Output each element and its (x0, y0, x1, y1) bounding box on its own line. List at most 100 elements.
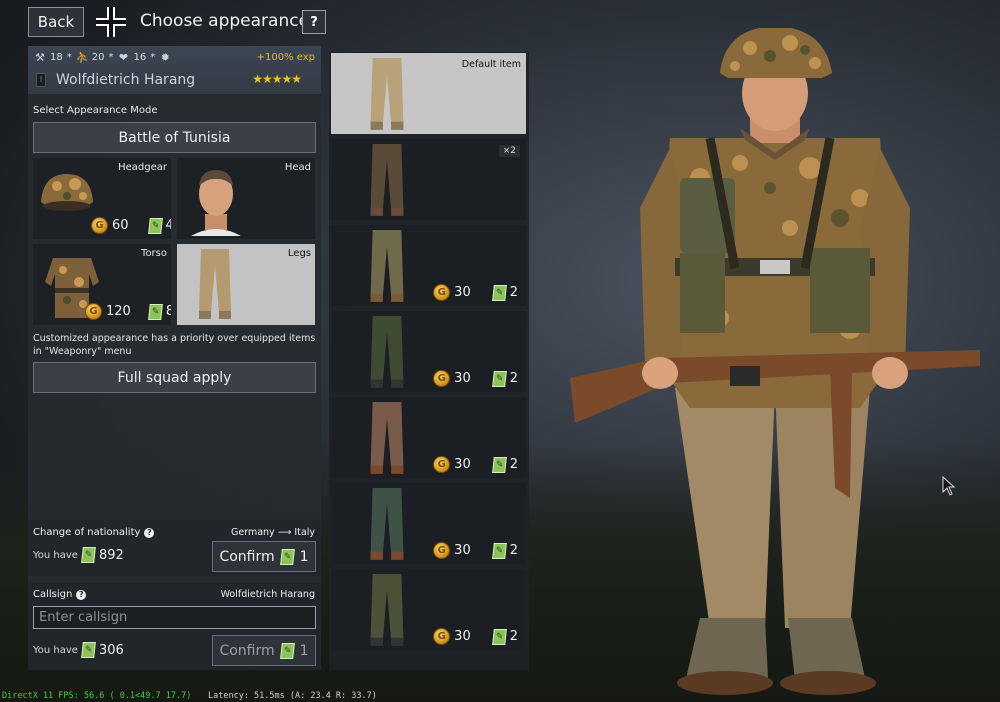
slot-label: Headgear (118, 162, 167, 173)
star-mark: * (108, 52, 114, 63)
stat-value-2: 20 (91, 52, 105, 63)
back-button[interactable]: Back (28, 7, 84, 37)
arrow-right-icon: ⟶ (277, 527, 292, 538)
soldier-card[interactable]: ⚒ 18 * ⛹ 20 * ❤ 16 * ✹ +100% exp ⁝ Wolfdiet… (28, 46, 321, 94)
trousers-icon (370, 58, 404, 130)
gold-amount: 30 (454, 629, 471, 644)
appearance-mode-label: Select Appearance Mode (33, 105, 158, 116)
item-card[interactable]: G 30 ✎ 2 (331, 311, 526, 392)
gold-coin-icon: G (433, 370, 451, 387)
ticket-icon: ✎ (491, 628, 507, 645)
nationality-from: Germany (231, 527, 275, 538)
confirm-cost: 1 (299, 548, 309, 565)
exp-bonus: +100% exp (256, 52, 315, 63)
callsign-current: Wolfdietrich Harang (220, 589, 315, 600)
soldier-model[interactable] (560, 28, 990, 702)
soldier-stars: ★★★★★ (252, 72, 302, 86)
nationality-confirm-button[interactable]: Confirm ✎ 1 (212, 541, 316, 572)
soldier-stats: ⚒ 18 * ⛹ 20 * ❤ 16 * ✹ (34, 51, 171, 64)
item-price: G 30 ✎ 2 (433, 456, 518, 473)
heart-icon: ❤ (118, 51, 129, 64)
ticket-amount: 4 (165, 218, 171, 233)
gold-amount: 30 (454, 457, 471, 472)
wrench-icon: ⚒ (35, 51, 45, 64)
crawl-icon: ⛹ (75, 51, 90, 64)
question-icon[interactable]: ? (76, 589, 87, 600)
gold-coin-icon: G (433, 542, 451, 559)
trousers-icon (370, 574, 404, 646)
callsign-label: Callsign ? (33, 589, 87, 600)
slot-headgear[interactable]: Headgear G 60 ✎ 4 (33, 158, 171, 239)
ticket-amount: 8 (165, 304, 171, 319)
trousers-icon (370, 316, 404, 388)
item-price: G 30 ✎ 2 (433, 628, 518, 645)
ticket-icon: ✎ (147, 217, 163, 234)
you-have-label: You have (33, 644, 78, 656)
slot-torso[interactable]: Torso G 120 ✎ 8 (33, 244, 171, 325)
balkenkreuz-icon (96, 7, 126, 37)
ticket-amount: 2 (509, 285, 518, 300)
nationality-to: Italy (294, 527, 315, 538)
slot-price: G 120 ✎ 8 (85, 303, 171, 320)
nationality-panel: Change of nationality ? Germany ⟶ Italy … (28, 520, 321, 576)
ticket-icon: ✎ (279, 548, 295, 565)
appearance-panel: ⚒ 18 * ⛹ 20 * ❤ 16 * ✹ +100% exp ⁝ Wolfdiet… (28, 46, 321, 670)
page-title: Choose appearance (140, 11, 310, 31)
ticket-icon: ✎ (491, 370, 507, 387)
default-item-label: Default item (461, 59, 521, 70)
gold-coin-icon: G (433, 628, 451, 645)
slot-label: Legs (287, 248, 311, 259)
ticket-icon: ✎ (491, 284, 507, 301)
slot-legs[interactable]: Legs (177, 244, 315, 325)
slot-label: Torso (141, 248, 167, 259)
rank-icon: ⁝ (36, 73, 46, 87)
item-card[interactable]: G 30 ✎ 2 (331, 225, 526, 306)
ticket-icon: ✎ (81, 547, 96, 563)
trousers-icon (370, 144, 404, 216)
head-icon (191, 170, 241, 236)
slot-label: Head (284, 162, 311, 173)
mouse-cursor-icon (942, 476, 956, 496)
star-mark: * (150, 52, 156, 63)
callsign-label-text: Callsign (33, 589, 73, 600)
item-card[interactable]: G 30 ✎ 2 (331, 397, 526, 478)
gold-amount: 30 (454, 285, 471, 300)
confirm-label: Confirm (219, 642, 275, 659)
trousers-icon (370, 402, 404, 474)
full-squad-apply-button[interactable]: Full squad apply (33, 362, 316, 393)
gold-coin-icon: G (85, 303, 102, 320)
callsign-confirm-button[interactable]: Confirm ✎ 1 (212, 635, 316, 666)
quantity-badge: ×2 (498, 145, 520, 157)
latency-readout: Latency: 51.5ms (A: 23.4 R: 33.7) (208, 691, 377, 701)
grenade-icon: ✹ (160, 51, 170, 64)
appearance-mode-button[interactable]: Battle of Tunisia (33, 122, 316, 153)
ticket-balance: 306 (98, 642, 124, 658)
gold-coin-icon: G (433, 284, 451, 301)
help-button[interactable]: ? (302, 10, 326, 34)
item-card[interactable]: G 30 ✎ 2 (331, 569, 526, 650)
gold-amount: 120 (106, 304, 131, 319)
item-card[interactable]: ×2 (331, 139, 526, 220)
ticket-icon: ✎ (279, 642, 295, 659)
gold-coin-icon: G (433, 456, 451, 473)
gold-amount: 30 (454, 371, 471, 386)
gold-amount: 30 (454, 543, 471, 558)
item-card[interactable]: G 30 ✎ 2 (331, 483, 526, 564)
ticket-balance: 892 (98, 547, 124, 563)
item-card[interactable]: Default item (331, 53, 526, 134)
soldier-name: Wolfdietrich Harang (56, 72, 196, 88)
slot-head[interactable]: Head (177, 158, 315, 239)
trousers-icon (370, 488, 404, 560)
nationality-change: Germany ⟶ Italy (231, 527, 315, 538)
question-icon[interactable]: ? (144, 527, 155, 538)
ticket-icon: ✎ (81, 642, 96, 658)
gold-coin-icon: G (91, 217, 108, 234)
gold-amount: 60 (112, 218, 129, 233)
legs-item-list: Default item ×2 G 30 ✎ 2 G 30 ✎ 2 G 30 ✎… (329, 52, 529, 670)
nationality-label: Change of nationality ? (33, 527, 155, 538)
ticket-amount: 2 (509, 629, 518, 644)
callsign-input[interactable] (33, 606, 316, 629)
stat-value-3: 16 (133, 52, 147, 63)
ticket-icon: ✎ (491, 456, 507, 473)
nationality-balance: You have ✎ 892 (33, 547, 124, 563)
